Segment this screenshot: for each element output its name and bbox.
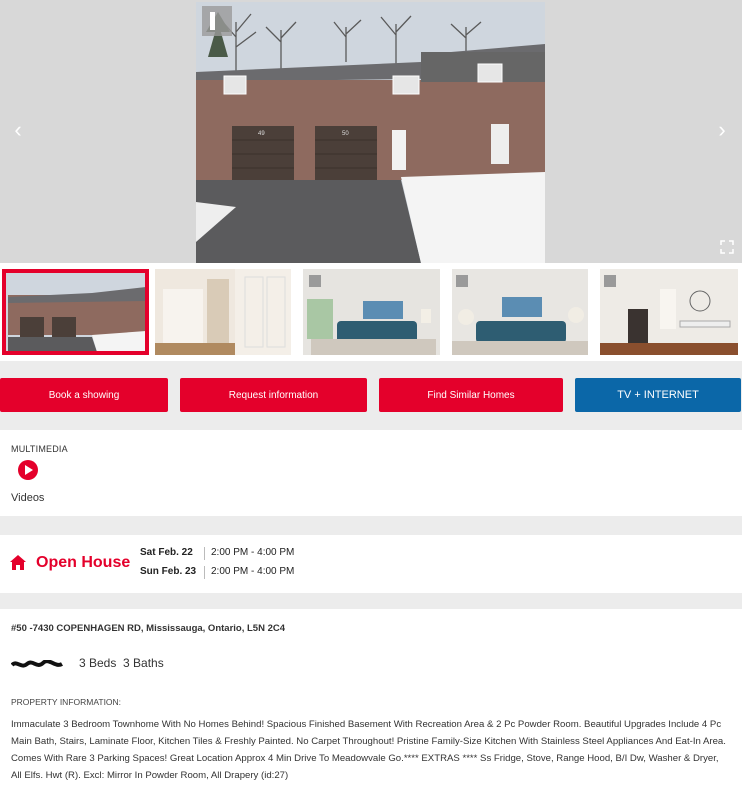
thumbnail-living-room-2[interactable] (452, 269, 588, 355)
fullscreen-icon[interactable] (720, 240, 736, 256)
videos-link[interactable]: Videos (11, 492, 44, 504)
main-photo[interactable]: 49 50 (196, 2, 545, 263)
thumbnail-living-room[interactable] (303, 269, 440, 355)
session-time: 2:00 PM - 4:00 PM (211, 566, 295, 577)
thumbnail-exterior[interactable] (2, 269, 149, 355)
thumbnail-hallway[interactable] (155, 269, 291, 355)
open-house-title: Open House (36, 554, 131, 571)
house-icon (10, 555, 26, 575)
svg-text:49: 49 (258, 131, 265, 137)
photo-gallery: 49 50 ‹ › (0, 0, 742, 263)
session-divider (204, 547, 205, 560)
session-date: Sat Feb. 22 (140, 547, 193, 558)
beds-baths: 3 Beds 3 Baths (79, 656, 164, 670)
request-information-button[interactable]: Request information (180, 378, 367, 412)
multimedia-section: MULTIMEDIA Videos (0, 430, 742, 516)
listing-info-section: #50 -7430 COPENHAGEN RD, Mississauga, On… (0, 609, 742, 788)
previous-photo-arrow-icon[interactable]: ‹ (8, 118, 28, 142)
multimedia-heading: MULTIMEDIA (11, 444, 68, 454)
find-similar-homes-button[interactable]: Find Similar Homes (379, 378, 563, 412)
open-house-session: Sat Feb. 22 2:00 PM - 4:00 PM (140, 547, 294, 560)
thumbnail-strip (0, 263, 742, 361)
play-video-icon[interactable] (17, 459, 39, 486)
next-photo-arrow-icon[interactable]: › (712, 118, 732, 142)
session-divider (204, 566, 205, 579)
tv-internet-button[interactable]: TV + INTERNET (575, 378, 741, 412)
listing-address: #50 -7430 COPENHAGEN RD, Mississauga, On… (11, 623, 286, 634)
svg-text:50: 50 (342, 131, 349, 137)
session-time: 2:00 PM - 4:00 PM (211, 547, 295, 558)
open-house-section: Open House Sat Feb. 22 2:00 PM - 4:00 PM… (0, 535, 742, 593)
price-redacted (10, 657, 63, 668)
book-showing-button[interactable]: Book a showing (0, 378, 168, 412)
open-house-session: Sun Feb. 23 2:00 PM - 4:00 PM (140, 566, 294, 579)
thumbnail-dining-room[interactable] (600, 269, 738, 355)
session-date: Sun Feb. 23 (140, 566, 197, 577)
property-description: Immaculate 3 Bedroom Townhome With No Ho… (11, 719, 726, 781)
action-buttons: Book a showing Request information Find … (0, 378, 742, 412)
property-information-heading: PROPERTY INFORMATION: (11, 697, 122, 707)
